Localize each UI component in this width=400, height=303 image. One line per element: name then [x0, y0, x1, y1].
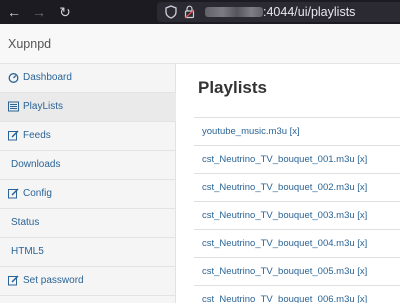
sidebar-item-set-password[interactable]: Set password: [0, 267, 176, 296]
edit-icon: [8, 275, 19, 286]
url-host-redacted: [205, 7, 263, 17]
playlist-link[interactable]: youtube_music.m3u [x]: [202, 126, 300, 137]
playlist-link[interactable]: cst_Neutrino_TV_bouquet_004.m3u [x]: [202, 238, 367, 249]
sidebar-item-downloads[interactable]: Downloads: [0, 151, 176, 180]
back-arrow-icon[interactable]: ←: [5, 0, 23, 24]
playlist-link[interactable]: cst_Neutrino_TV_bouquet_003.m3u [x]: [202, 210, 367, 221]
main-content: Playlists youtube_music.m3u [x] cst_Neut…: [177, 64, 400, 303]
playlist-name[interactable]: youtube_music.m3u: [202, 126, 287, 137]
playlist-name[interactable]: cst_Neutrino_TV_bouquet_006.m3u: [202, 294, 355, 303]
delete-playlist-link[interactable]: [x]: [357, 210, 367, 221]
sidebar: Dashboard PlayLists Feeds Downloads Conf…: [0, 64, 176, 303]
playlist-link[interactable]: cst_Neutrino_TV_bouquet_002.m3u [x]: [202, 182, 367, 193]
page-title: Playlists: [198, 78, 267, 97]
playlist-name[interactable]: cst_Neutrino_TV_bouquet_005.m3u: [202, 266, 355, 277]
list-item: cst_Neutrino_TV_bouquet_006.m3u [x]: [194, 285, 400, 303]
list-item: cst_Neutrino_TV_bouquet_001.m3u [x]: [194, 145, 400, 173]
sidebar-item-label: Status: [11, 217, 40, 228]
playlist-name[interactable]: cst_Neutrino_TV_bouquet_001.m3u: [202, 154, 355, 165]
sidebar-item-label: Config: [23, 188, 52, 199]
list-item: cst_Neutrino_TV_bouquet_005.m3u [x]: [194, 257, 400, 285]
sidebar-item-playlists[interactable]: PlayLists: [0, 93, 176, 122]
sidebar-item-status[interactable]: Status: [0, 209, 176, 238]
app-navbar: Xupnpd: [0, 24, 400, 64]
browser-toolbar: ← → ↻ :4044/ui/playlists: [0, 0, 400, 24]
delete-playlist-link[interactable]: [x]: [357, 238, 367, 249]
list-item: cst_Neutrino_TV_bouquet_002.m3u [x]: [194, 173, 400, 201]
brand-title[interactable]: Xupnpd: [8, 37, 51, 51]
playlist-name[interactable]: cst_Neutrino_TV_bouquet_003.m3u: [202, 210, 355, 221]
sidebar-item-label: Dashboard: [23, 72, 72, 83]
sidebar-item-label: Downloads: [11, 159, 61, 170]
edit-icon: [8, 188, 19, 199]
dashboard-icon: [8, 73, 19, 83]
edit-icon: [8, 130, 19, 141]
playlist-name[interactable]: cst_Neutrino_TV_bouquet_004.m3u: [202, 238, 355, 249]
playlist-link[interactable]: cst_Neutrino_TV_bouquet_001.m3u [x]: [202, 154, 367, 165]
url-bar[interactable]: :4044/ui/playlists: [157, 2, 400, 22]
sidebar-item-dashboard[interactable]: Dashboard: [0, 64, 176, 93]
playlist-link[interactable]: cst_Neutrino_TV_bouquet_006.m3u [x]: [202, 294, 367, 303]
reload-icon[interactable]: ↻: [56, 0, 74, 24]
list-item: cst_Neutrino_TV_bouquet_003.m3u [x]: [194, 201, 400, 229]
delete-playlist-link[interactable]: [x]: [357, 266, 367, 277]
url-path: :4044/ui/playlists: [263, 5, 356, 19]
forward-arrow-icon[interactable]: →: [30, 0, 48, 24]
sidebar-item-feeds[interactable]: Feeds: [0, 122, 176, 151]
sidebar-item-label: Feeds: [23, 130, 51, 141]
delete-playlist-link[interactable]: [x]: [290, 126, 300, 137]
playlist-link[interactable]: cst_Neutrino_TV_bouquet_005.m3u [x]: [202, 266, 367, 277]
delete-playlist-link[interactable]: [x]: [357, 294, 367, 303]
list-item: cst_Neutrino_TV_bouquet_004.m3u [x]: [194, 229, 400, 257]
sidebar-item-html5[interactable]: HTML5: [0, 238, 176, 267]
lock-warning-icon[interactable]: [184, 5, 195, 19]
sidebar-item-config[interactable]: Config: [0, 180, 176, 209]
shield-icon[interactable]: [165, 5, 177, 19]
list-item: youtube_music.m3u [x]: [194, 117, 400, 145]
delete-playlist-link[interactable]: [x]: [357, 182, 367, 193]
sidebar-item-label: PlayLists: [23, 101, 64, 112]
list-icon: [8, 101, 19, 112]
sidebar-item-label: Set password: [23, 275, 84, 286]
sidebar-item-label: HTML5: [11, 246, 44, 257]
delete-playlist-link[interactable]: [x]: [357, 154, 367, 165]
playlist-name[interactable]: cst_Neutrino_TV_bouquet_002.m3u: [202, 182, 355, 193]
